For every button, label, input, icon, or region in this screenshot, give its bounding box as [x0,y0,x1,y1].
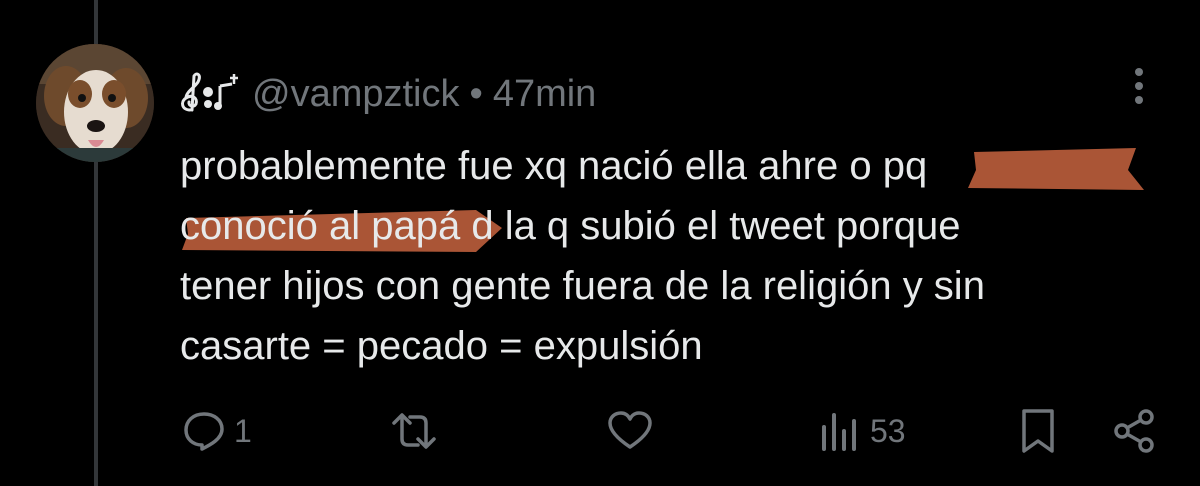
heart-icon [608,411,652,449]
music-notes-icon [181,72,238,112]
reply-count: 1 [234,412,252,449]
timestamp[interactable]: 47min [493,73,597,116]
tweet-text-line-4: casarte = pecado = expulsión [180,324,703,368]
username[interactable]: @vampztick [252,73,460,116]
separator-dot: • [469,72,483,115]
more-options-icon [1135,68,1143,104]
views-icon [822,413,856,451]
action-bar: 1 53 [0,400,1200,462]
view-count: 53 [870,412,906,449]
bookmark-button[interactable] [1018,406,1058,456]
views-button[interactable]: 53 [818,406,906,456]
reply-button[interactable]: 1 [182,406,252,456]
retweet-icon [392,413,436,449]
tweet-text-line-1: probablemente fue xq nació ella ahre o p… [180,144,928,188]
like-button[interactable] [606,406,662,456]
bookmark-icon [1022,409,1054,453]
more-options-button[interactable] [1124,64,1154,108]
reply-icon [184,412,224,451]
share-icon [1114,409,1154,453]
tweet-text: probablemente fue xq nació ella ahre o p… [180,136,1170,376]
avatar[interactable] [36,44,154,162]
tweet-text-line-3: tener hijos con gente fuera de la religi… [180,264,985,308]
dog-avatar-image [36,44,154,162]
share-button[interactable] [1112,406,1158,456]
tweet-text-line-2: conoció al papá d la q subió el tweet po… [180,204,961,248]
retweet-button[interactable] [388,406,448,456]
display-name[interactable] [176,70,242,118]
tweet-header: @vampztick • 47min [176,70,596,118]
